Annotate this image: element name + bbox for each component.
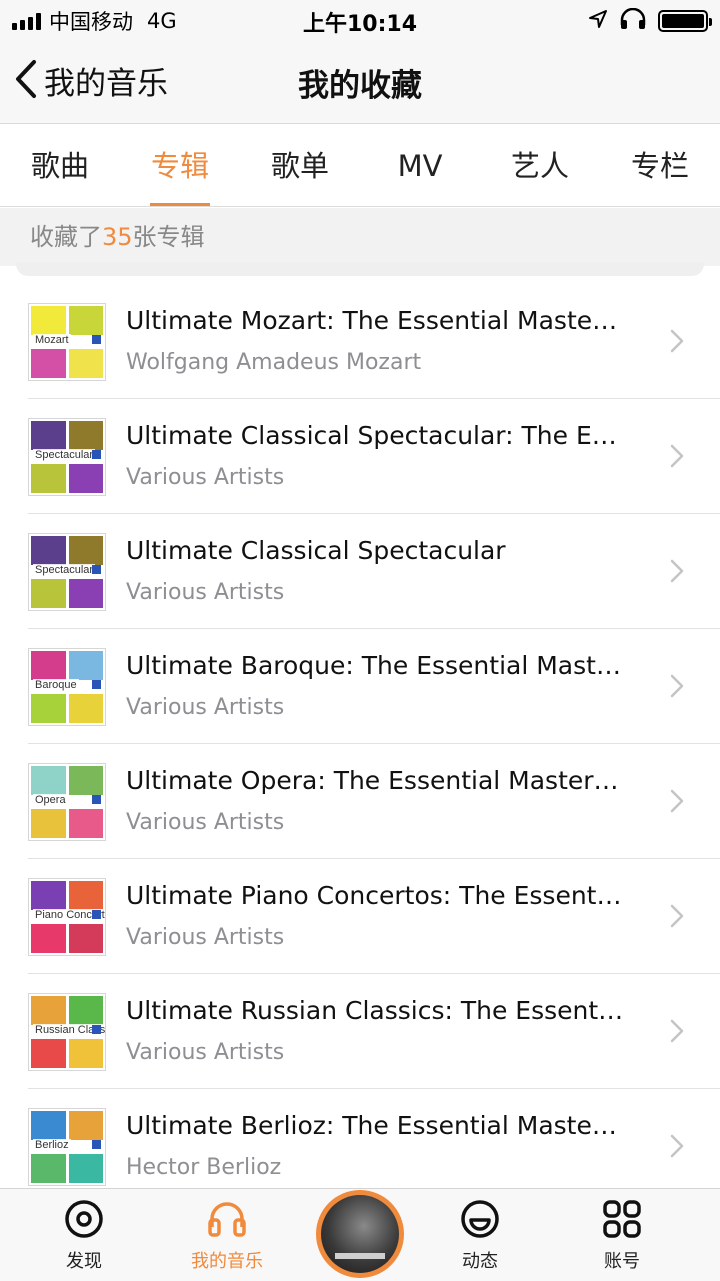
discover-icon: [64, 1200, 104, 1243]
album-cover: Russian Classics: [28, 993, 106, 1071]
album-title: Ultimate Russian Classics: The Essential…: [126, 996, 626, 1025]
album-row[interactable]: Piano Concertos Ultimate Piano Concertos…: [0, 859, 720, 974]
album-artist: Wolfgang Amadeus Mozart: [126, 350, 422, 375]
category-tabs: 歌曲 专辑 歌单 MV 艺人 专栏: [0, 125, 720, 207]
album-cover-text: Spectacular: [33, 449, 96, 461]
album-list: Mozart Ultimate Mozart: The Essential Ma…: [0, 284, 720, 1204]
favorites-count: 收藏了35张专辑: [0, 208, 720, 266]
navigation-bar: 我的音乐 我的收藏: [0, 40, 720, 124]
count-prefix: 收藏了: [30, 223, 102, 251]
headphones-icon: [618, 7, 648, 34]
chevron-right-icon: [670, 674, 684, 702]
album-row[interactable]: Spectacular Ultimate Classical Spectacul…: [0, 514, 720, 629]
album-artist: Various Artists: [126, 1040, 285, 1065]
album-artist: Hector Berlioz: [126, 1155, 282, 1180]
album-cover: Opera: [28, 763, 106, 841]
album-artist: Various Artists: [126, 695, 285, 720]
tabbar-account[interactable]: 账号: [562, 1199, 682, 1273]
label-logo-icon: [92, 910, 101, 919]
album-artist: Various Artists: [126, 810, 285, 835]
label-logo-icon: [92, 335, 101, 344]
album-row[interactable]: Spectacular Ultimate Classical Spectacul…: [0, 399, 720, 514]
label-logo-icon: [92, 1140, 101, 1149]
album-row[interactable]: Mozart Ultimate Mozart: The Essential Ma…: [0, 284, 720, 399]
album-cover-text: Baroque: [33, 679, 79, 691]
album-cover-text: Berlioz: [33, 1139, 71, 1151]
back-button-label: 我的音乐: [44, 66, 168, 102]
tab-playlists[interactable]: 歌单: [240, 125, 360, 206]
album-title: Ultimate Piano Concertos: The Essential …: [126, 881, 626, 910]
count-number: 35: [102, 223, 133, 251]
chevron-left-icon: [14, 59, 38, 103]
album-cover-text: Spectacular: [33, 564, 96, 576]
album-cover-text: Mozart: [33, 334, 71, 346]
now-playing-cover: [321, 1195, 399, 1273]
tabbar-feed[interactable]: 动态: [420, 1199, 540, 1273]
album-artist: Various Artists: [126, 925, 285, 950]
tab-albums[interactable]: 专辑: [120, 125, 240, 206]
album-artist: Various Artists: [126, 465, 285, 490]
tabbar-account-label: 账号: [604, 1251, 640, 1272]
album-artist: Various Artists: [126, 580, 285, 605]
chevron-right-icon: [670, 904, 684, 932]
album-row[interactable]: Opera Ultimate Opera: The Essential Mast…: [0, 744, 720, 859]
tabbar-discover-label: 发现: [66, 1251, 102, 1272]
tab-mv[interactable]: MV: [360, 125, 480, 206]
chevron-right-icon: [670, 789, 684, 817]
label-logo-icon: [92, 680, 101, 689]
account-grid-icon: [602, 1200, 642, 1243]
tabbar-my-music-label: 我的音乐: [191, 1251, 263, 1272]
album-cover: Baroque: [28, 648, 106, 726]
tabbar-my-music[interactable]: 我的音乐: [167, 1199, 287, 1273]
album-title: Ultimate Mozart: The Essential Masterpie…: [126, 306, 626, 335]
album-cover: Berlioz: [28, 1108, 106, 1186]
label-logo-icon: [92, 565, 101, 574]
album-cover-text: Opera: [33, 794, 68, 806]
chevron-right-icon: [670, 559, 684, 587]
chevron-right-icon: [670, 329, 684, 357]
count-suffix: 张专辑: [132, 223, 205, 251]
album-title: Ultimate Opera: The Essential Masterpiec…: [126, 766, 626, 795]
pull-to-refresh-indicator: [16, 262, 704, 276]
status-bar: 中国移动 4G 上午10:14: [0, 0, 720, 40]
battery-icon: [658, 10, 712, 32]
label-logo-icon: [92, 795, 101, 804]
tab-songs[interactable]: 歌曲: [0, 125, 120, 206]
headphones-icon: [207, 1202, 247, 1243]
label-logo-icon: [92, 450, 101, 459]
now-playing-button[interactable]: [316, 1190, 404, 1278]
album-row[interactable]: Berlioz Ultimate Berlioz: The Essential …: [0, 1089, 720, 1204]
tab-columns[interactable]: 专栏: [600, 125, 720, 206]
album-title: Ultimate Berlioz: The Essential Masterpi…: [126, 1111, 626, 1140]
tab-artists[interactable]: 艺人: [480, 125, 600, 206]
chevron-right-icon: [670, 1019, 684, 1047]
album-cover: Spectacular: [28, 418, 106, 496]
album-title: Ultimate Classical Spectacular: [126, 536, 506, 565]
tabbar-discover[interactable]: 发现: [24, 1199, 144, 1273]
album-cover: Piano Concertos: [28, 878, 106, 956]
back-button[interactable]: 我的音乐: [14, 58, 168, 103]
album-cover: Spectacular: [28, 533, 106, 611]
tabbar-feed-label: 动态: [462, 1251, 498, 1272]
chevron-right-icon: [670, 1134, 684, 1162]
location-arrow-icon: [588, 9, 608, 33]
feed-smile-icon: [460, 1200, 500, 1243]
album-row[interactable]: Russian Classics Ultimate Russian Classi…: [0, 974, 720, 1089]
album-title: Ultimate Classical Spectacular: The Esse…: [126, 421, 626, 450]
label-logo-icon: [92, 1025, 101, 1034]
album-title: Ultimate Baroque: The Essential Masterpi…: [126, 651, 626, 680]
album-row[interactable]: Baroque Ultimate Baroque: The Essential …: [0, 629, 720, 744]
album-cover: Mozart: [28, 303, 106, 381]
chevron-right-icon: [670, 444, 684, 472]
